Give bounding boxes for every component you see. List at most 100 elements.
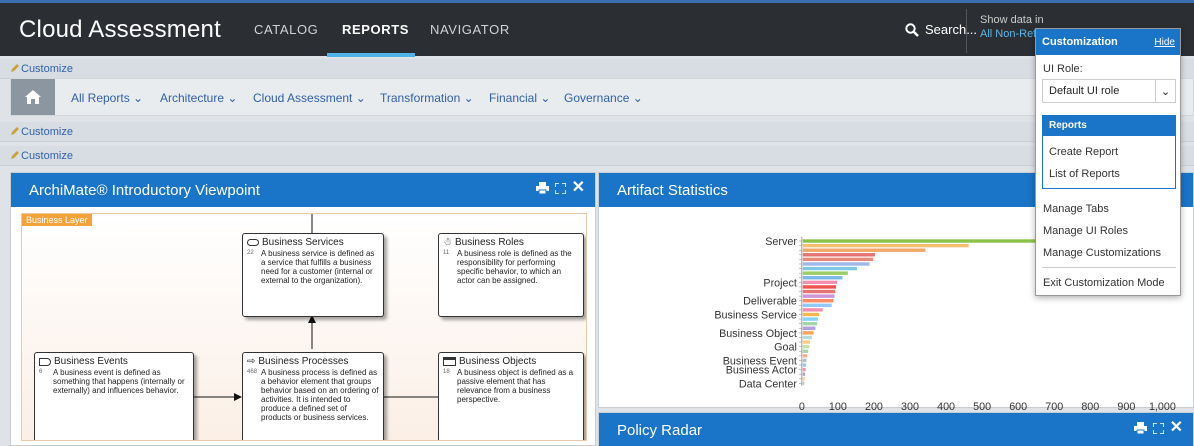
panel-title: ArchiMate® Introductory Viewpoint (29, 182, 260, 199)
app-title[interactable]: Cloud Assessment (19, 16, 221, 44)
bar[interactable] (802, 257, 874, 262)
bar[interactable] (802, 321, 818, 326)
list-of-reports-link[interactable]: List of Reports (1049, 168, 1120, 180)
role-icon: ☃ (443, 237, 452, 248)
y-tick-label: Business Service (714, 309, 797, 321)
bar[interactable] (802, 372, 805, 376)
customize-link[interactable]: Customize (21, 150, 73, 162)
menu-label: Architecture (160, 91, 225, 105)
customize-bar: Customize (0, 122, 1194, 142)
manage-tabs-link[interactable]: Manage Tabs (1043, 203, 1109, 215)
reports-section-header[interactable]: Reports (1043, 116, 1175, 136)
tab-catalog[interactable]: CATALOG (254, 22, 318, 37)
bar[interactable] (802, 271, 848, 275)
customize-link[interactable]: Customize (21, 63, 73, 75)
divider (966, 9, 967, 53)
panel-title: Policy Radar (617, 422, 703, 439)
bar[interactable] (802, 335, 812, 340)
bar[interactable] (802, 248, 926, 252)
y-tick-label: Deliverable (743, 296, 797, 308)
close-icon[interactable]: ✕ (572, 180, 585, 196)
customize-link[interactable]: Customize (21, 126, 73, 138)
bar[interactable] (802, 331, 814, 335)
bar[interactable] (802, 363, 807, 367)
panel-title: Artifact Statistics (617, 182, 728, 199)
expand-icon[interactable] (554, 182, 566, 194)
bar[interactable] (802, 367, 806, 372)
bar[interactable] (802, 262, 870, 266)
bar[interactable] (802, 285, 836, 289)
customize-bar: Customize (0, 146, 1194, 166)
print-icon[interactable] (535, 182, 549, 194)
bar[interactable] (802, 253, 875, 257)
show-data-label: Show data in (980, 14, 1044, 26)
box-count: 22 (247, 250, 254, 256)
bar[interactable] (802, 276, 843, 280)
bar[interactable] (802, 354, 808, 358)
menu-label: All Reports (71, 91, 130, 105)
bar[interactable] (802, 308, 823, 312)
exit-customization-link[interactable]: Exit Customization Mode (1043, 277, 1165, 289)
chevron-down-icon: ⌄ (463, 91, 474, 105)
expand-icon[interactable] (1152, 422, 1164, 434)
ui-role-select[interactable]: Default UI role ⌄ (1042, 79, 1176, 103)
chevron-down-icon: ⌄ (1155, 80, 1175, 102)
chevron-down-icon: ⌄ (133, 91, 144, 105)
manage-ui-roles-link[interactable]: Manage UI Roles (1043, 225, 1128, 237)
box-count: 6 (39, 369, 43, 375)
y-tick-label: Goal (774, 342, 797, 354)
bar[interactable] (802, 377, 805, 381)
box-title: Business Events (54, 356, 128, 367)
bar[interactable] (802, 358, 807, 363)
customization-title: Customization (1042, 36, 1118, 48)
box-description: A business object is defined as a passiv… (457, 368, 574, 404)
y-tick-label: Project (763, 277, 797, 289)
reports-menu-bar: All Reports ⌄ Architecture ⌄ Cloud Asses… (10, 78, 1194, 116)
menu-transformation[interactable]: Transformation ⌄ (380, 91, 474, 105)
bar[interactable] (802, 243, 969, 248)
bar[interactable] (802, 266, 857, 271)
tab-navigator[interactable]: NAVIGATOR (430, 22, 510, 37)
tab-reports[interactable]: REPORTS (342, 22, 409, 37)
bar[interactable] (802, 326, 816, 330)
create-report-link[interactable]: Create Report (1049, 146, 1118, 158)
menu-cloud-assessment[interactable]: Cloud Assessment ⌄ (253, 91, 366, 105)
bar[interactable] (802, 381, 805, 386)
bar[interactable] (802, 294, 835, 298)
panel-header: Policy Radar ✕ (599, 413, 1193, 446)
hide-link[interactable]: Hide (1154, 37, 1175, 48)
box-count: 18 (443, 369, 450, 375)
business-roles-box[interactable]: ☃ Business Roles 11 A business role is def… (438, 233, 584, 317)
business-services-box[interactable]: Business Services 22 A business service i… (242, 233, 384, 317)
business-objects-box[interactable]: Business Objects 18 A business object is … (438, 352, 584, 440)
menu-architecture[interactable]: Architecture ⌄ (160, 91, 237, 105)
menu-financial[interactable]: Financial ⌄ (489, 91, 550, 105)
business-events-box[interactable]: Business Events 6 A business event is def… (34, 352, 194, 440)
customize-bar: Customize (0, 59, 1194, 79)
bar[interactable] (802, 299, 834, 303)
ui-role-label: UI Role: (1043, 63, 1083, 75)
bar[interactable] (802, 340, 811, 344)
panel-header: ArchiMate® Introductory Viewpoint ✕ (11, 173, 595, 207)
business-processes-box[interactable]: ⇨ Business Processes 468 A business proces… (242, 352, 384, 440)
customization-popup: Customization Hide UI Role: Default UI r… (1035, 28, 1181, 296)
bar[interactable] (802, 317, 818, 321)
bar[interactable] (802, 289, 836, 294)
bar[interactable] (802, 312, 820, 317)
menu-governance[interactable]: Governance ⌄ (564, 91, 643, 105)
chevron-down-icon: ⌄ (227, 91, 238, 105)
home-button[interactable] (11, 79, 55, 115)
manage-customizations-link[interactable]: Manage Customizations (1043, 247, 1161, 259)
close-icon[interactable]: ✕ (1170, 420, 1183, 436)
bar[interactable] (802, 344, 810, 349)
bar[interactable] (802, 349, 809, 353)
box-count: 11 (443, 250, 450, 256)
search-label: Search... (925, 22, 978, 37)
menu-all-reports[interactable]: All Reports ⌄ (71, 91, 143, 105)
bar[interactable] (802, 280, 838, 285)
chevron-down-icon: ⌄ (632, 91, 643, 105)
bar[interactable] (802, 303, 832, 308)
box-title: Business Processes (258, 356, 349, 367)
divider (1042, 267, 1176, 268)
print-icon[interactable] (1133, 422, 1147, 434)
